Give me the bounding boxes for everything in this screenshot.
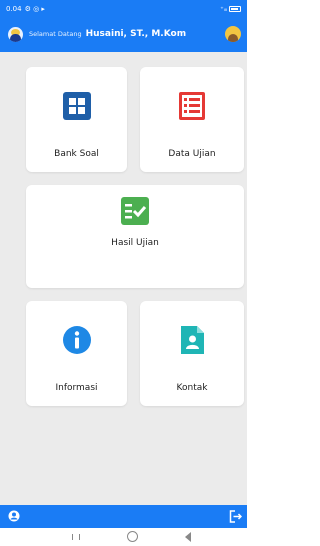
contact-file-icon (181, 326, 204, 354)
app-screen: 0.04 ⚙ ◎ ▸ ⁺ᵢₗₗ Selamat Datang Husaini, … (0, 0, 247, 546)
welcome-row: Selamat Datang Husaini, ST., M.Kom (8, 25, 241, 43)
logout-icon[interactable] (229, 510, 242, 523)
app-header: 0.04 ⚙ ◎ ▸ ⁺ᵢₗₗ Selamat Datang Husaini, … (0, 0, 247, 52)
menu-card-kontak[interactable]: Kontak (140, 301, 244, 406)
recent-apps-icon[interactable] (72, 534, 80, 540)
bank-soal-label: Bank Soal (54, 149, 99, 159)
app-avatar-icon (8, 26, 23, 42)
informasi-label: Informasi (55, 383, 98, 393)
account-icon[interactable] (8, 510, 20, 522)
menu-card-data-ujian[interactable]: Data Ujian (140, 67, 244, 172)
menu-card-informasi[interactable]: Informasi (26, 301, 127, 406)
back-icon[interactable] (185, 532, 191, 542)
status-right: ⁺ᵢₗₗ (220, 5, 241, 13)
grid-icon (62, 92, 91, 120)
info-icon (62, 326, 91, 354)
hasil-ujian-label: Hasil Ujian (111, 238, 159, 248)
bottom-bar (0, 505, 247, 528)
data-ujian-label: Data Ujian (168, 149, 216, 159)
status-icons: ⚙ ◎ ▸ (24, 5, 45, 13)
battery-icon (229, 6, 241, 12)
signal-icon: ⁺ᵢₗₗ (220, 5, 227, 13)
system-navigation-bar (0, 528, 247, 546)
list-document-icon (179, 92, 205, 120)
menu-card-hasil-ujian[interactable]: Hasil Ujian (26, 185, 244, 288)
status-time: 0.04 (6, 5, 22, 13)
kontak-label: Kontak (176, 383, 208, 393)
user-avatar[interactable] (225, 26, 241, 42)
welcome-label: Selamat Datang (29, 30, 82, 38)
user-name: Husaini, ST., M.Kom (85, 29, 187, 39)
home-icon[interactable] (127, 531, 138, 542)
checklist-icon (121, 197, 149, 225)
status-bar: 0.04 ⚙ ◎ ▸ ⁺ᵢₗₗ (6, 3, 241, 15)
menu-card-bank-soal[interactable]: Bank Soal (26, 67, 127, 172)
